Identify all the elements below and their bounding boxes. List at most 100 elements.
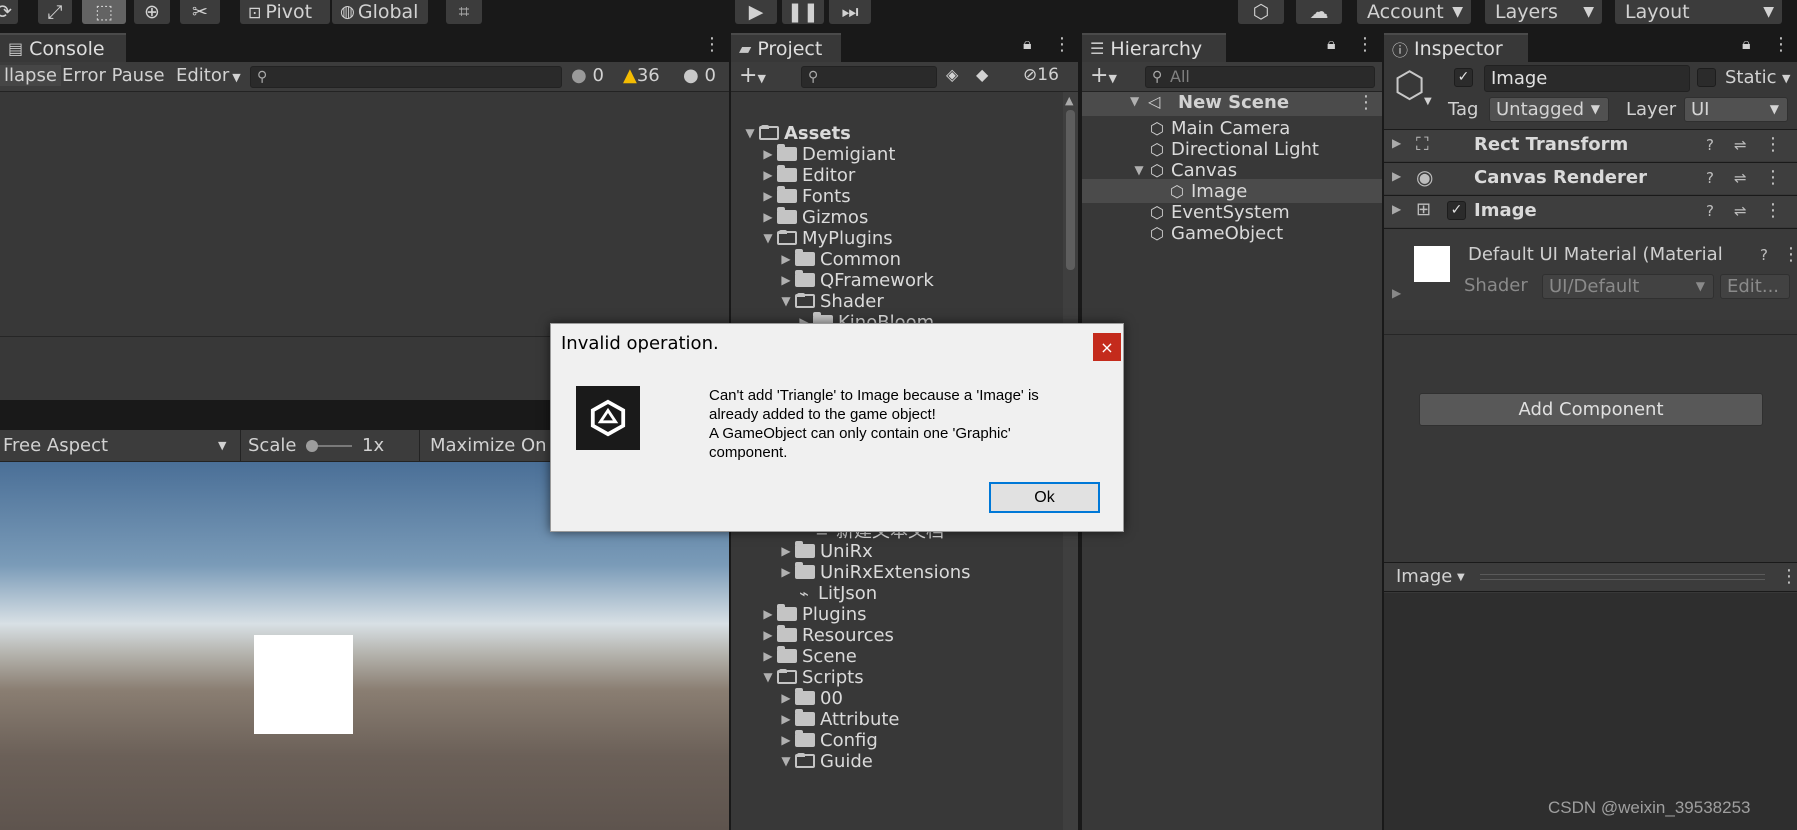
- expand-arrow-icon[interactable]: ▶: [1392, 136, 1401, 150]
- tab-inspector[interactable]: ⓘ Inspector: [1384, 33, 1528, 62]
- component-canvas-renderer[interactable]: ▶ ◉ Canvas Renderer ? ⇌ ⋮: [1384, 162, 1797, 194]
- kebab-menu-icon[interactable]: ⋮: [1780, 566, 1797, 587]
- scene-row[interactable]: ▼ ◁ New Scene ⋮: [1082, 92, 1382, 116]
- kebab-menu-icon[interactable]: ⋮: [1356, 34, 1374, 55]
- snap-button[interactable]: ⌗: [446, 0, 482, 24]
- scrollbar-thumb[interactable]: [1066, 110, 1075, 270]
- layout-dropdown[interactable]: Layout ▼: [1615, 0, 1782, 24]
- expand-arrow-icon[interactable]: ▼: [1130, 94, 1139, 108]
- hidden-packages-toggle[interactable]: ⊘16: [1023, 65, 1059, 85]
- caret-down-icon[interactable]: ▼: [1424, 96, 1432, 107]
- preset-icon[interactable]: ⇌: [1734, 169, 1747, 187]
- expand-arrow-icon[interactable]: ▶: [777, 252, 795, 266]
- caret-down-icon[interactable]: ▼: [1457, 572, 1465, 583]
- aspect-dropdown[interactable]: Free Aspect: [3, 435, 108, 456]
- lock-icon[interactable]: 🔒︎: [1742, 34, 1751, 54]
- expand-arrow-icon[interactable]: ▶: [777, 565, 795, 579]
- expand-arrow-icon[interactable]: ▶: [759, 607, 777, 621]
- collapse-button[interactable]: llapse: [0, 65, 61, 86]
- shader-edit-button[interactable]: Edit...: [1720, 274, 1790, 299]
- cloud-button[interactable]: ☁: [1296, 0, 1342, 24]
- component-rect-transform[interactable]: ▶ ⛶ Rect Transform ? ⇌ ⋮: [1384, 129, 1797, 161]
- collab-button[interactable]: ⬡: [1238, 0, 1284, 24]
- scale-tool-button[interactable]: ⤢: [38, 0, 72, 24]
- collapse-arrow-icon[interactable]: ▼: [759, 231, 777, 245]
- expand-arrow-icon[interactable]: ▶: [759, 628, 777, 642]
- kebab-menu-icon[interactable]: ⋮: [1357, 92, 1375, 113]
- kebab-menu-icon[interactable]: ⋮: [1764, 167, 1782, 188]
- expand-arrow-icon[interactable]: ▶: [777, 691, 795, 705]
- pause-button[interactable]: ❚❚: [782, 0, 824, 24]
- expand-arrow-icon[interactable]: ▶: [759, 147, 777, 161]
- tab-hierarchy[interactable]: ☰ Hierarchy: [1082, 33, 1226, 62]
- kebab-menu-icon[interactable]: ⋮: [1772, 34, 1790, 55]
- expand-arrow-icon[interactable]: ▶: [759, 210, 777, 224]
- tab-console[interactable]: ▤ Console: [0, 33, 126, 62]
- layer-dropdown[interactable]: UI ▼: [1684, 97, 1788, 122]
- lock-icon[interactable]: 🔒︎: [1023, 34, 1032, 54]
- kebab-menu-icon[interactable]: ⋮: [1053, 34, 1071, 55]
- expand-arrow-icon[interactable]: ▶: [777, 733, 795, 747]
- rotate-tool-button[interactable]: ⟳: [0, 0, 18, 24]
- help-icon[interactable]: ?: [1706, 169, 1714, 187]
- global-button[interactable]: ◍ Global: [332, 0, 428, 24]
- collapse-arrow-icon[interactable]: ▼: [777, 294, 795, 308]
- shader-dropdown[interactable]: UI/Default ▼: [1542, 274, 1714, 299]
- error-filter-button[interactable]: ● 0: [683, 65, 716, 86]
- panel-splitter[interactable]: [1382, 30, 1384, 830]
- kebab-menu-icon[interactable]: ⋮: [703, 34, 721, 55]
- help-icon[interactable]: ?: [1706, 136, 1714, 154]
- component-image[interactable]: ▶ ⊞ ✓ Image ? ⇌ ⋮: [1384, 195, 1797, 227]
- kebab-menu-icon[interactable]: ⋮: [1764, 134, 1782, 155]
- expand-arrow-icon[interactable]: ▶: [759, 649, 777, 663]
- expand-arrow-icon[interactable]: ▶: [777, 273, 795, 287]
- expand-arrow-icon[interactable]: ▶: [759, 189, 777, 203]
- custom-tool-button[interactable]: ✂: [180, 0, 220, 24]
- object-name-input[interactable]: Image: [1484, 65, 1690, 92]
- dialog-close-button[interactable]: ×: [1093, 333, 1121, 361]
- active-checkbox[interactable]: ✓: [1454, 68, 1473, 87]
- rect-tool-button[interactable]: ⬚: [82, 0, 126, 24]
- console-search-input[interactable]: ⚲: [250, 66, 562, 88]
- collapse-arrow-icon[interactable]: ▼: [1130, 163, 1148, 177]
- add-component-button[interactable]: Add Component: [1419, 393, 1763, 426]
- tab-project[interactable]: ▰ Project: [731, 33, 841, 62]
- warning-filter-button[interactable]: ▲36: [623, 65, 660, 86]
- error-pause-button[interactable]: Error Pause: [62, 65, 165, 86]
- drag-handle[interactable]: [1480, 574, 1765, 580]
- scale-slider[interactable]: [306, 440, 352, 452]
- project-item[interactable]: ▼ Guide: [777, 749, 872, 773]
- expand-arrow-icon[interactable]: ▶: [759, 168, 777, 182]
- create-button[interactable]: +▼: [739, 63, 766, 88]
- pivot-button[interactable]: ⊡ Pivot: [240, 0, 330, 24]
- preset-icon[interactable]: ⇌: [1734, 202, 1747, 220]
- collapse-arrow-icon[interactable]: ▼: [777, 754, 795, 768]
- kebab-menu-icon[interactable]: ⋮: [1764, 200, 1782, 221]
- help-icon[interactable]: ?: [1706, 202, 1714, 220]
- collapse-arrow-icon[interactable]: ▼: [759, 670, 777, 684]
- project-search-input[interactable]: ⚲: [801, 66, 937, 88]
- expand-arrow-icon[interactable]: ▶: [1392, 286, 1401, 300]
- scroll-up-icon[interactable]: ▲: [1065, 94, 1073, 107]
- step-button[interactable]: ⏭: [829, 0, 871, 24]
- preview-header[interactable]: Image ▼ ⋮: [1384, 562, 1797, 592]
- caret-down-icon[interactable]: ▼: [1782, 72, 1790, 85]
- filter-by-label-icon[interactable]: ◆: [976, 65, 988, 84]
- filter-by-type-icon[interactable]: ◈: [946, 65, 958, 84]
- collapse-arrow-icon[interactable]: ▼: [741, 126, 759, 140]
- editor-dropdown[interactable]: Editor ▼: [176, 65, 241, 86]
- tag-dropdown[interactable]: Untagged ▼: [1489, 97, 1609, 122]
- expand-arrow-icon[interactable]: ▶: [777, 544, 795, 558]
- account-dropdown[interactable]: Account ▼: [1357, 0, 1471, 24]
- maximize-on-play-toggle[interactable]: Maximize On P: [430, 435, 563, 456]
- play-button[interactable]: ▶: [735, 0, 777, 24]
- help-icon[interactable]: ?: [1760, 246, 1768, 264]
- create-button[interactable]: +▼: [1090, 63, 1117, 88]
- preset-icon[interactable]: ⇌: [1734, 136, 1747, 154]
- expand-arrow-icon[interactable]: ▶: [777, 712, 795, 726]
- expand-arrow-icon[interactable]: ▶: [1392, 169, 1401, 183]
- image-enabled-checkbox[interactable]: ✓: [1447, 201, 1466, 220]
- lock-icon[interactable]: 🔒︎: [1327, 34, 1336, 54]
- hierarchy-search-input[interactable]: ⚲ All: [1145, 66, 1375, 88]
- info-filter-button[interactable]: ● 0: [571, 65, 604, 86]
